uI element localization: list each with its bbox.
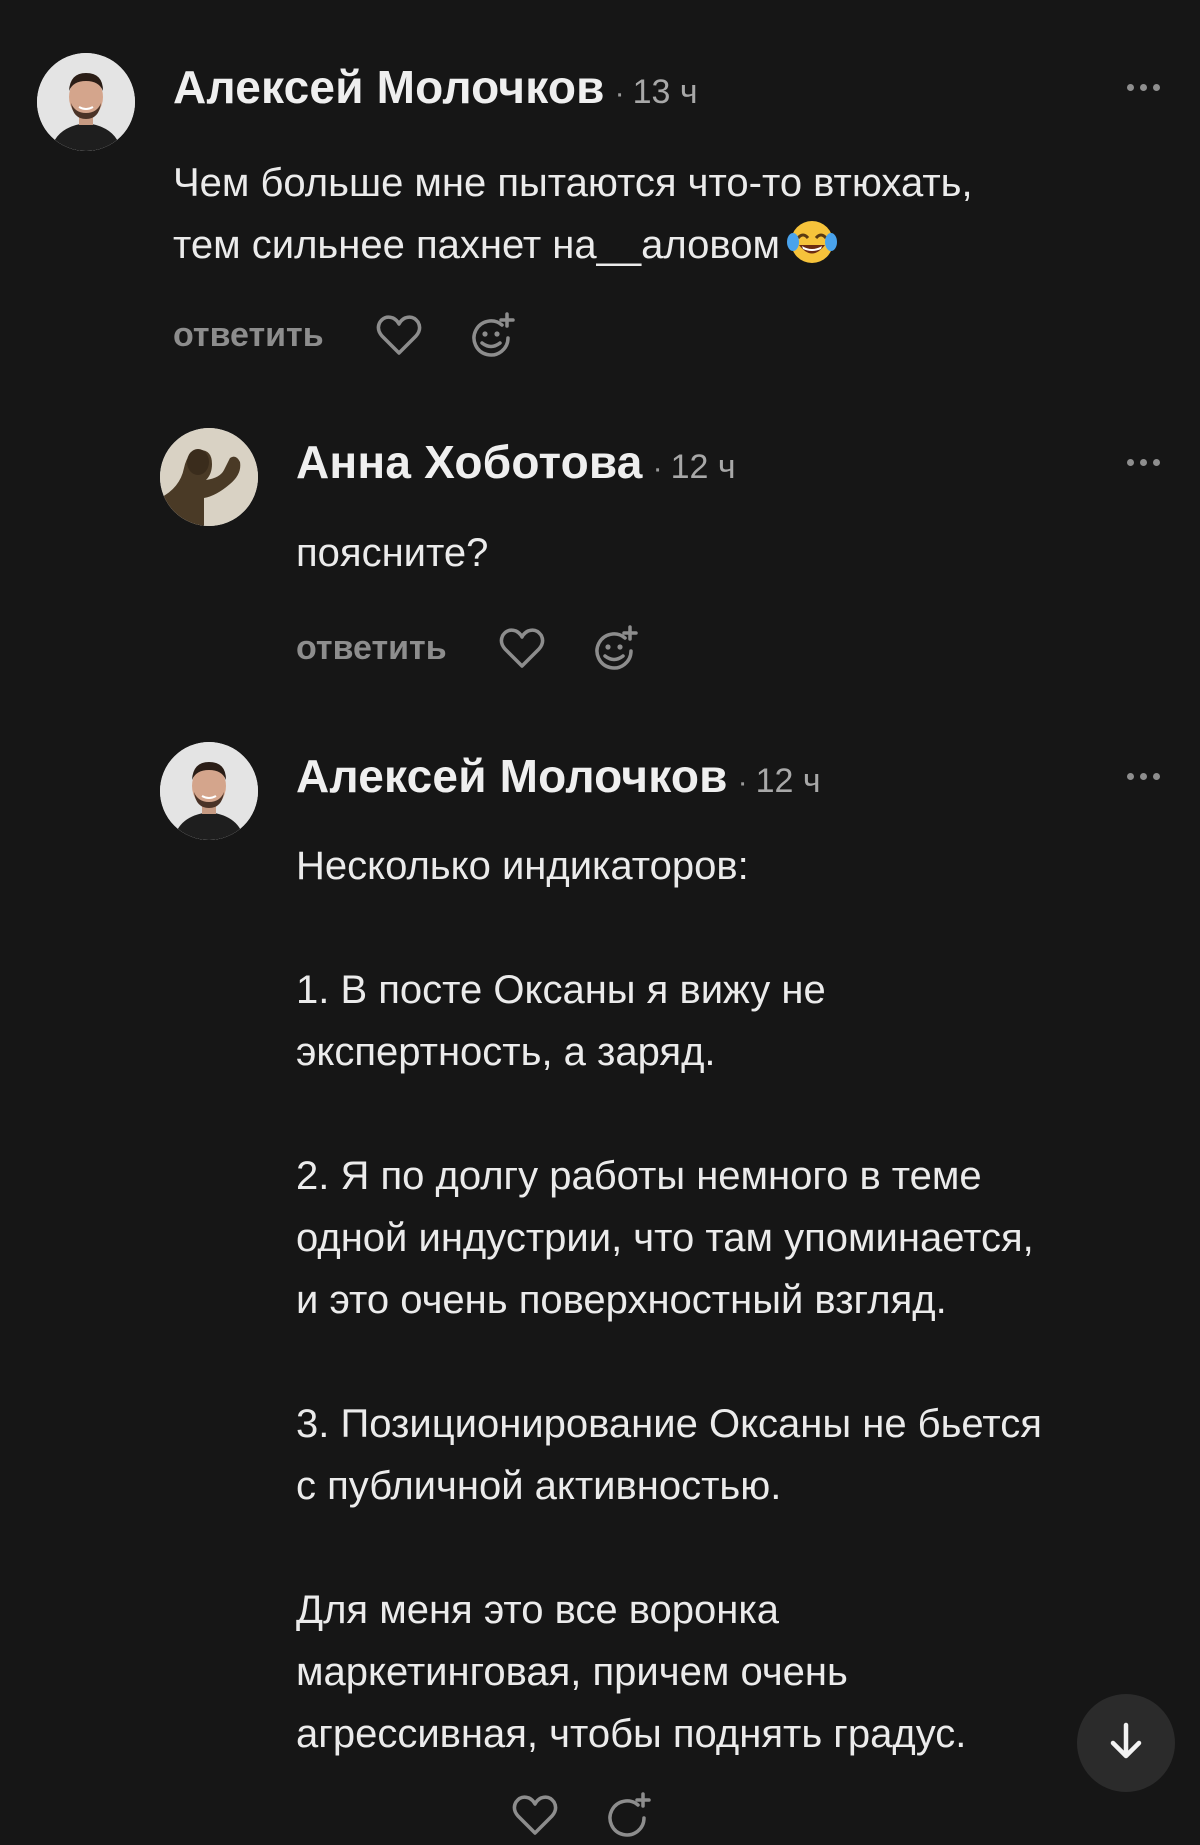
comment-line: 2. Я по долгу работы немного в теме bbox=[296, 1154, 982, 1198]
heart-icon[interactable] bbox=[497, 623, 547, 673]
comment-line: Для меня это все воронка bbox=[296, 1588, 779, 1632]
comment-line: с публичной активностью. bbox=[296, 1464, 782, 1508]
separator-dot: · bbox=[652, 452, 663, 485]
timestamp: 12 ч bbox=[755, 762, 821, 800]
comment-actions: ответить bbox=[173, 310, 558, 360]
timestamp: 12 ч bbox=[670, 448, 736, 486]
author-name[interactable]: Алексей Молочков bbox=[296, 749, 728, 803]
add-reaction-icon[interactable] bbox=[602, 1790, 652, 1845]
timestamp: 13 ч bbox=[632, 73, 698, 111]
more-dots-icon[interactable] bbox=[1127, 773, 1160, 780]
arrow-down-icon bbox=[1104, 1719, 1148, 1768]
author-name[interactable]: Алексей Молочков bbox=[173, 60, 605, 114]
comment-line: экспертность, а заряд. bbox=[296, 1030, 716, 1074]
comment-line: тем сильнее пахнет на__аловом bbox=[173, 214, 973, 282]
add-reaction-icon[interactable] bbox=[466, 310, 516, 360]
avatar[interactable] bbox=[160, 742, 258, 840]
comment-line: одной индустрии, что там упоминается, bbox=[296, 1216, 1034, 1260]
scroll-down-button[interactable] bbox=[1077, 1694, 1175, 1792]
comment-actions: ответить bbox=[296, 623, 681, 673]
separator-dot: · bbox=[737, 766, 748, 799]
comment-line: 3. Позиционирование Оксаны не бьется bbox=[296, 1402, 1042, 1446]
comment-line: Чем больше мне пытаются что-то втюхать, bbox=[173, 161, 973, 205]
comment-line: и это очень поверхностный взгляд. bbox=[296, 1278, 947, 1322]
comment-text: Несколько индикаторов: 1. В посте Оксаны… bbox=[296, 835, 1042, 1765]
comment-text: Чем больше мне пытаются что-то втюхать, … bbox=[173, 152, 973, 282]
comment-line: 1. В посте Оксаны я вижу не bbox=[296, 968, 826, 1012]
comment-actions-partial bbox=[510, 1790, 652, 1845]
avatar[interactable] bbox=[160, 428, 258, 526]
heart-icon[interactable] bbox=[374, 310, 424, 360]
comment-line-text: тем сильнее пахнет на__аловом bbox=[173, 223, 780, 267]
comment-line: поясните? bbox=[296, 531, 489, 575]
avatar[interactable] bbox=[37, 53, 135, 151]
comment-header: Алексей Молочков · 13 ч bbox=[173, 60, 698, 114]
comment-text: поясните? bbox=[296, 522, 488, 584]
more-dots-icon[interactable] bbox=[1127, 459, 1160, 466]
face-with-tears-of-joy-icon bbox=[786, 218, 838, 282]
comment-line: агрессивная, чтобы поднять градус. bbox=[296, 1712, 967, 1756]
more-dots-icon[interactable] bbox=[1127, 84, 1160, 91]
comment-line: маркетинговая, причем очень bbox=[296, 1650, 848, 1694]
comment-header: Алексей Молочков · 12 ч bbox=[296, 749, 821, 803]
reply-button[interactable]: ответить bbox=[173, 316, 324, 355]
separator-dot: · bbox=[614, 77, 625, 110]
comment-header: Анна Хоботова · 12 ч bbox=[296, 435, 736, 489]
reply-button[interactable]: ответить bbox=[296, 629, 447, 668]
heart-icon[interactable] bbox=[510, 1790, 560, 1845]
add-reaction-icon[interactable] bbox=[589, 623, 639, 673]
comment-line: Несколько индикаторов: bbox=[296, 844, 749, 888]
author-name[interactable]: Анна Хоботова bbox=[296, 435, 643, 489]
